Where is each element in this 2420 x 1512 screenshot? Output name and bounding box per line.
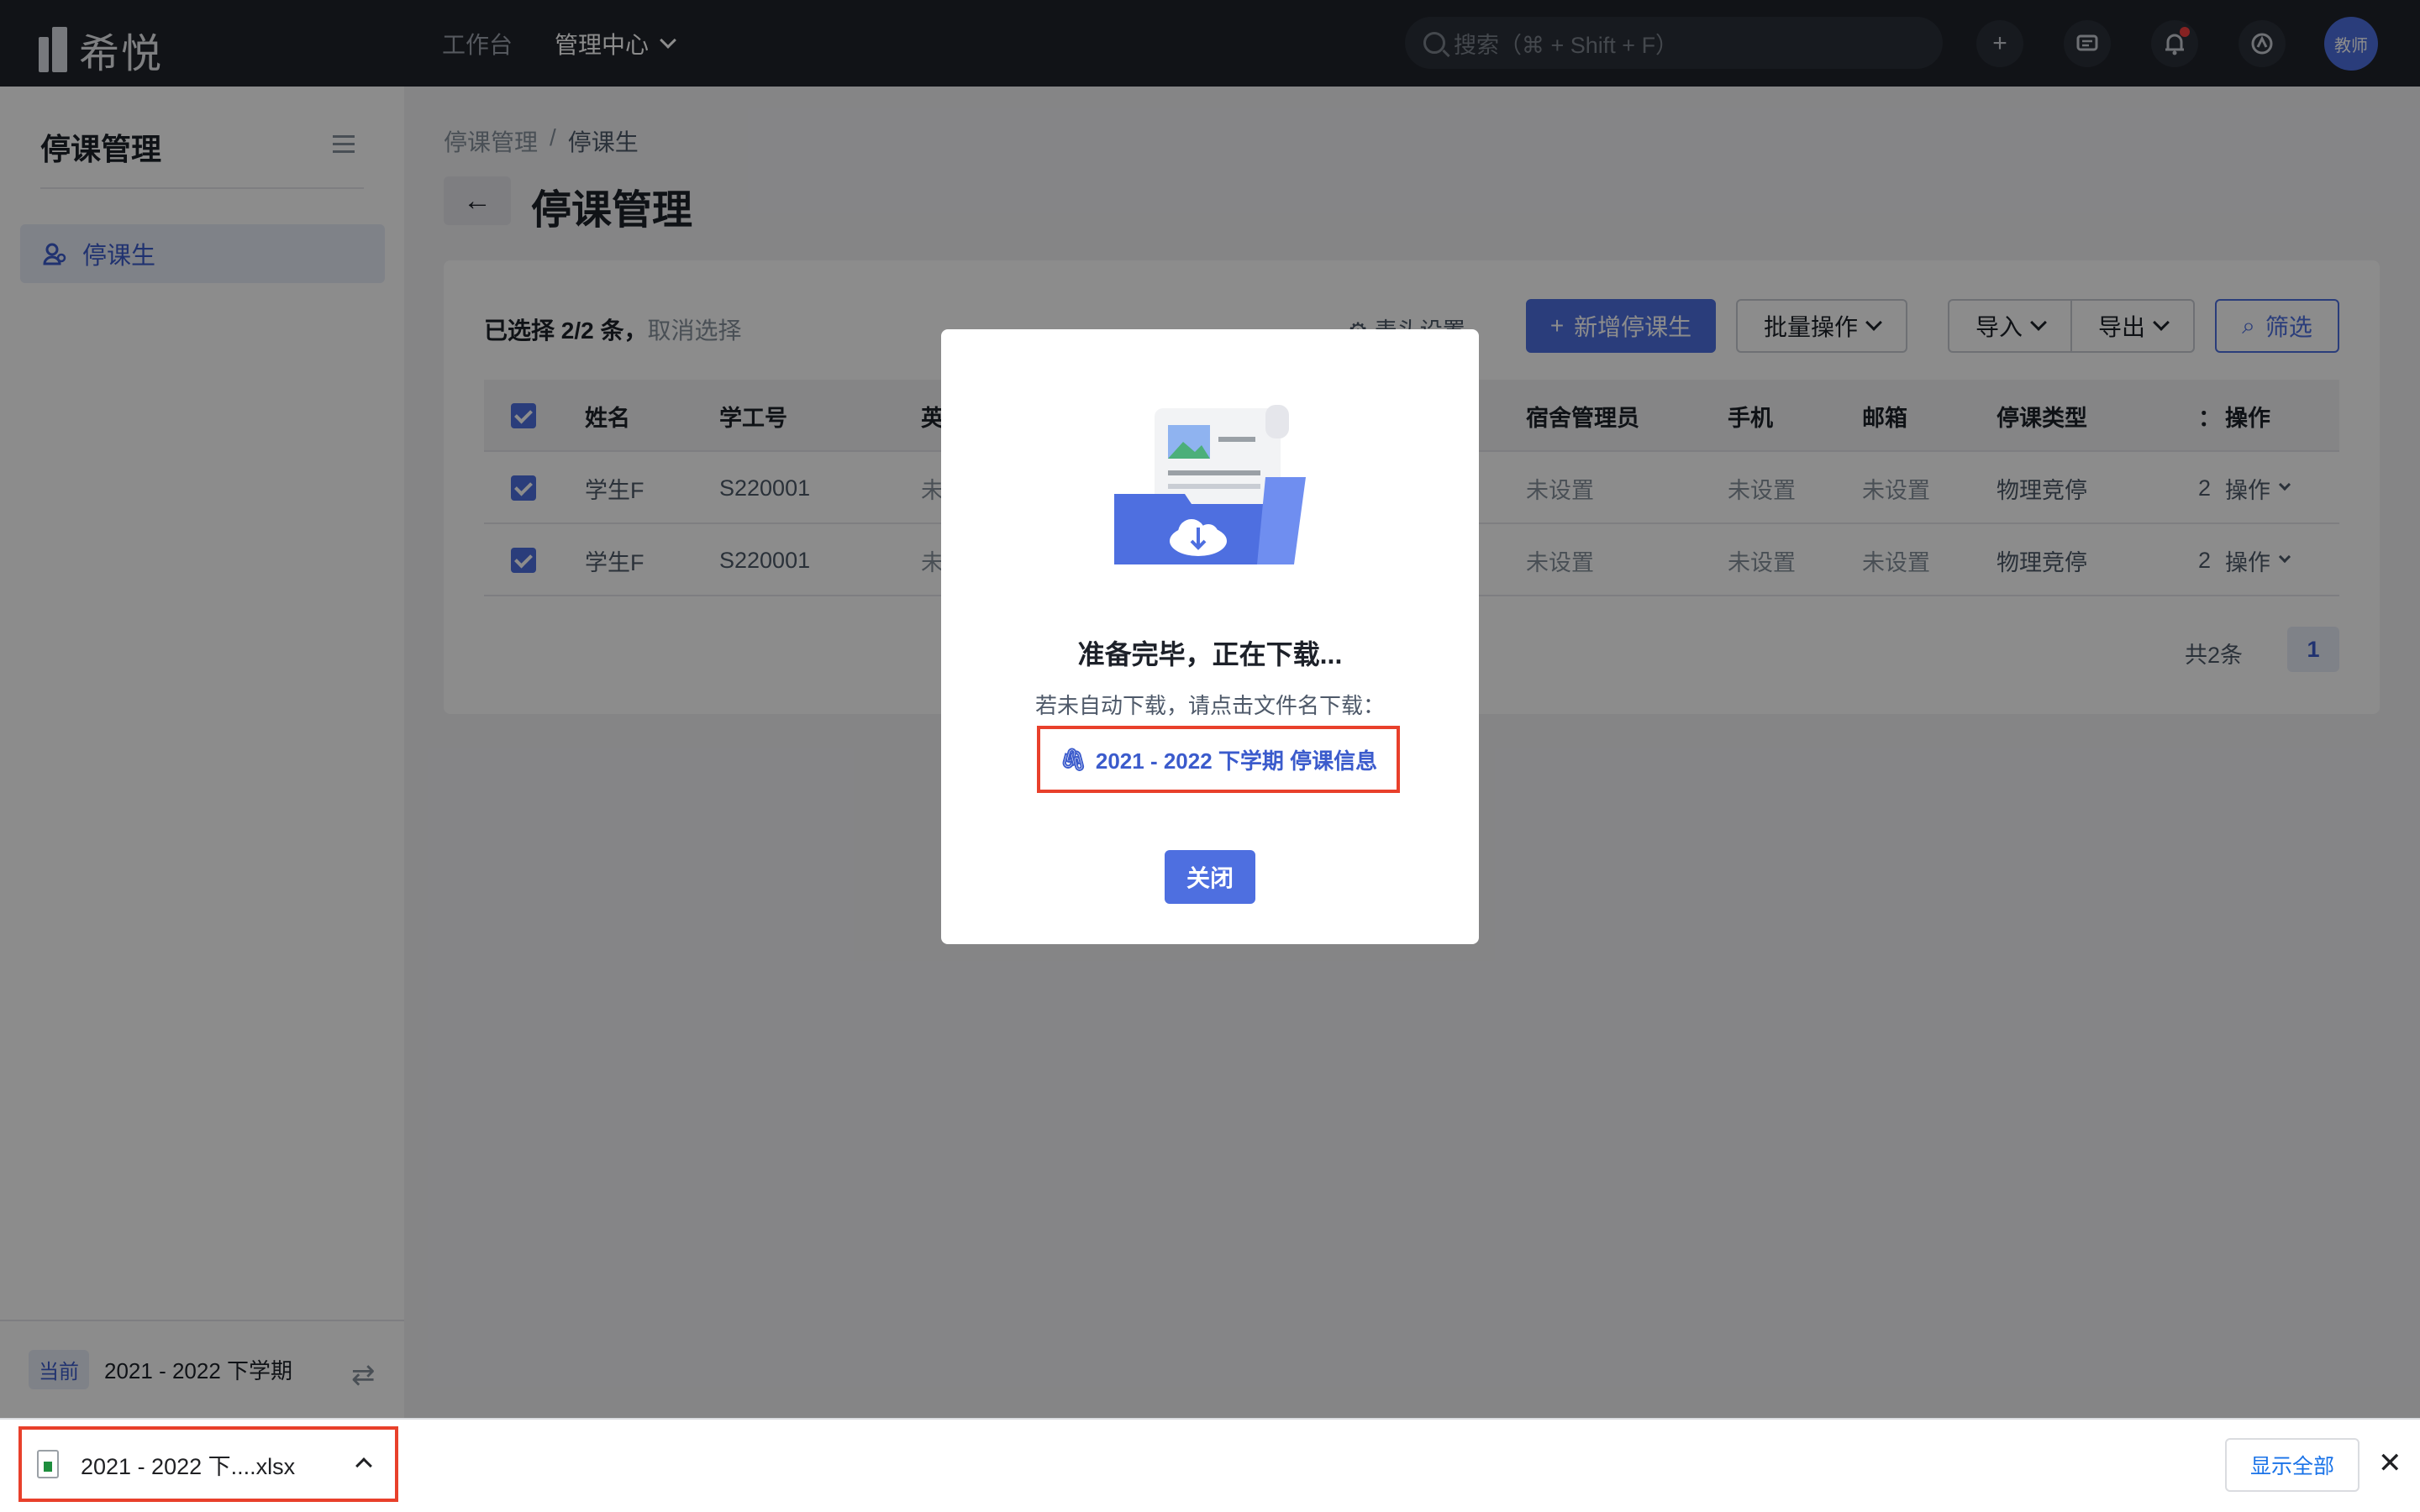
close-button[interactable]: 关闭	[1165, 850, 1255, 904]
modal-title: 准备完毕，正在下载...	[1077, 639, 1343, 669]
download-file-link[interactable]: 🖇 2021 - 2022 下学期 停课信息	[1037, 726, 1400, 793]
paperclip-icon: 🖇	[1059, 746, 1087, 772]
download-bar: 2021 - 2022 下....xlsx 显示全部 ✕	[0, 1418, 2420, 1512]
chevron-up-icon[interactable]	[355, 1457, 372, 1474]
modal-description: 若未自动下载，请点击文件名下载：	[1034, 693, 1385, 718]
show-all-button[interactable]: 显示全部	[2225, 1438, 2360, 1492]
download-item[interactable]: 2021 - 2022 下....xlsx	[18, 1426, 398, 1502]
spreadsheet-file-icon	[37, 1450, 59, 1478]
download-folder-illustration	[1114, 405, 1306, 564]
download-file-label: 2021 - 2022 下....xlsx	[81, 1453, 296, 1479]
close-icon[interactable]: ✕	[2378, 1446, 2402, 1480]
download-modal: 准备完毕，正在下载... 若未自动下载，请点击文件名下载： 🖇 2021 - 2…	[941, 329, 1479, 944]
download-file-name: 2021 - 2022 下学期 停课信息	[1095, 748, 1378, 774]
